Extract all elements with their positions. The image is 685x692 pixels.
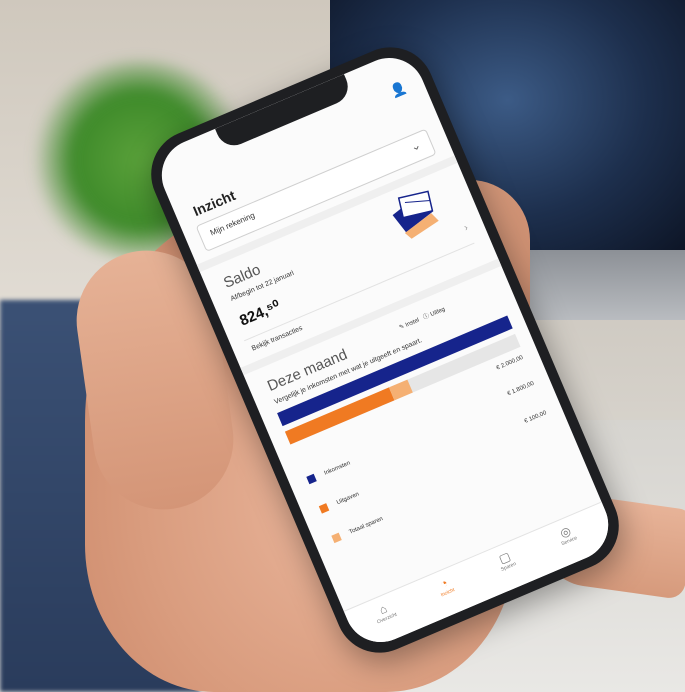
legend-swatch	[331, 532, 342, 544]
nav-inzicht[interactable]: ◔ Inzicht	[418, 567, 472, 605]
legend-amount: € 100,00	[523, 410, 548, 425]
separator	[244, 242, 475, 342]
chevron-right-icon[interactable]: ›	[462, 222, 469, 233]
account-dropdown-value: Mijn rekening	[208, 210, 257, 238]
legend-label: Totaal sparen	[348, 516, 385, 536]
legend-label: Inkomsten	[323, 460, 352, 477]
legend-item[interactable]: Totaal sparen	[331, 515, 385, 544]
saving-bar-fill	[388, 379, 413, 401]
legend-label: Uitgaven	[335, 491, 361, 507]
month-total: € 2.000,00	[495, 354, 525, 372]
legend-swatch	[306, 473, 317, 485]
nav-overzicht[interactable]: ⌂ Overzicht	[357, 593, 411, 631]
legend-item[interactable]: Uitgaven	[318, 490, 361, 514]
nav-service[interactable]: ◎ Service	[540, 516, 594, 554]
photo-scene: 👤 Inzicht Mijn rekening ⌄ Saldo Af/begin…	[0, 0, 685, 692]
chevron-down-icon: ⌄	[408, 137, 423, 155]
month-actions: ✎ Instel ⓘ Uitleg	[397, 304, 447, 332]
nav-sparen[interactable]: ▢ Sparen	[479, 542, 533, 580]
info-link[interactable]: ⓘ Uitleg	[423, 307, 447, 322]
person-icon[interactable]: 👤	[388, 79, 409, 101]
legend-amount: € 1.800,00	[506, 380, 536, 398]
edit-link[interactable]: ✎ Instel	[399, 318, 421, 332]
legend-item[interactable]: Inkomsten	[306, 459, 352, 485]
legend-swatch	[318, 503, 330, 514]
saldo-amount: 824,⁵⁰	[237, 297, 283, 330]
